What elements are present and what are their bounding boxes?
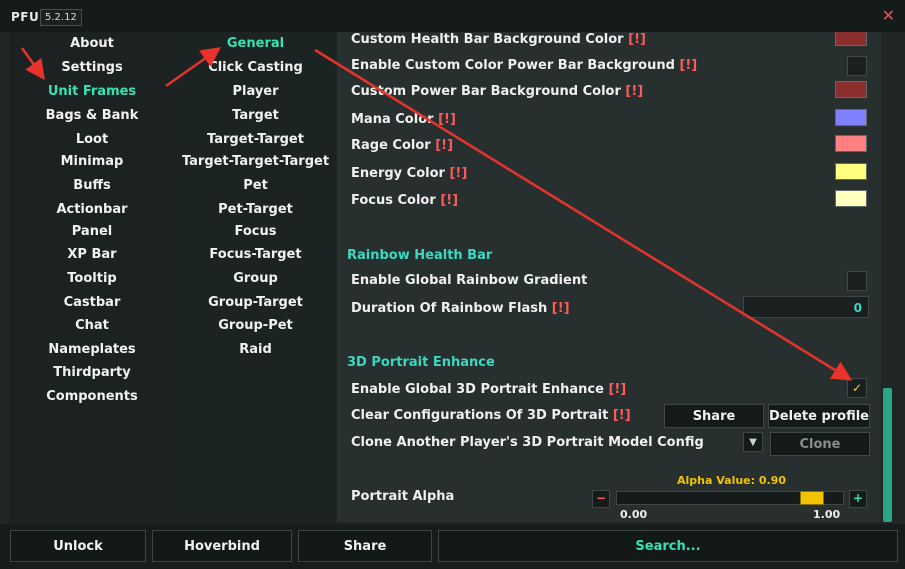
color-swatch[interactable] — [835, 190, 867, 207]
nav2-item[interactable]: Focus — [174, 222, 337, 242]
color-swatch[interactable] — [835, 32, 867, 46]
warning-marker: [!] — [608, 382, 627, 397]
setting-label: Energy Color — [351, 166, 445, 181]
portrait-enable-checkbox[interactable]: ✓ — [847, 378, 867, 398]
alpha-max-label: 1.00 — [813, 508, 841, 521]
settings-panel: Custom Health Bar Background Color [!] En… — [337, 32, 881, 522]
alpha-value-title: Alpha Value: 0.90 — [677, 474, 787, 487]
nav2-item[interactable]: Click Casting — [174, 58, 337, 78]
nav2-item[interactable]: Focus-Target — [174, 245, 337, 265]
nav2-item[interactable]: Group-Target — [174, 293, 337, 313]
nav2-item[interactable]: Target — [174, 106, 337, 126]
alpha-increase-button[interactable]: + — [849, 490, 867, 508]
portrait-enable-row: Enable Global 3D Portrait Enhance [!] — [351, 382, 626, 397]
nav1-item[interactable]: Nameplates — [10, 340, 174, 360]
color-swatch[interactable] — [835, 109, 867, 126]
nav1-item[interactable]: Thirdparty — [10, 363, 174, 383]
nav2-item[interactable]: Target-Target — [174, 130, 337, 150]
setting-label: Enable Custom Color Power Bar Background — [351, 58, 675, 73]
delete-profile-button[interactable]: Delete profile — [768, 404, 870, 428]
nav1-item[interactable]: Components — [10, 387, 174, 407]
chevron-down-icon: ▼ — [749, 437, 757, 448]
nav1-item[interactable]: Tooltip — [10, 269, 174, 289]
unlock-button[interactable]: Unlock — [10, 530, 146, 562]
nav2-item[interactable]: Pet-Target — [174, 200, 337, 220]
share-button[interactable]: Share — [298, 530, 432, 562]
clone-dropdown[interactable]: ▼ — [743, 432, 763, 452]
nav1-item[interactable]: Unit Frames — [10, 82, 174, 102]
checkmark-icon: ✓ — [851, 381, 863, 395]
color-swatch[interactable] — [835, 81, 867, 98]
clone-config-label: Clone Another Player's 3D Portrait Model… — [351, 435, 704, 450]
subcategory-nav: General Click Casting Player Target Target-T… — [174, 32, 337, 524]
search-button[interactable]: Search... — [438, 530, 898, 562]
nav1-item[interactable]: Loot — [10, 130, 174, 150]
color-setting-row: Focus Color [!] — [351, 193, 458, 208]
nav2-item[interactable]: Group-Pet — [174, 316, 337, 336]
nav1-item[interactable]: Buffs — [10, 176, 174, 196]
setting-label: Focus Color — [351, 193, 436, 208]
warning-marker: [!] — [449, 166, 468, 181]
warning-marker: [!] — [679, 58, 698, 73]
nav2-item[interactable]: Pet — [174, 176, 337, 196]
color-setting-row: Custom Power Bar Background Color [!] — [351, 84, 643, 99]
color-setting-row: Mana Color [!] — [351, 112, 456, 127]
nav1-item[interactable]: Actionbar — [10, 200, 174, 220]
setting-label: Custom Power Bar Background Color — [351, 84, 621, 99]
pfui-config-window: PFUI 5.2.12 ✕ About Settings Unit Frames Ba… — [0, 0, 905, 569]
setting-label: Rage Color — [351, 138, 431, 153]
warning-marker: [!] — [628, 32, 646, 47]
alpha-slider-thumb[interactable] — [799, 491, 824, 505]
warning-marker: [!] — [435, 138, 454, 153]
color-setting-row: Rage Color [!] — [351, 138, 453, 153]
color-swatch[interactable] — [835, 135, 867, 152]
nav2-item[interactable]: Raid — [174, 340, 337, 360]
nav1-item[interactable]: Panel — [10, 222, 174, 242]
section-rainbow-health-bar: Rainbow Health Bar — [347, 248, 493, 263]
warning-marker: [!] — [612, 408, 631, 423]
nav2-item[interactable]: General — [174, 34, 337, 54]
nav2-item[interactable]: Player — [174, 82, 337, 102]
rainbow-flash-input[interactable]: 0 — [743, 296, 869, 318]
settings-scrollbar[interactable] — [883, 388, 892, 522]
color-swatch[interactable] — [835, 163, 867, 180]
setting-label: Mana Color — [351, 112, 434, 127]
version-badge: 5.2.12 — [40, 9, 82, 26]
setting-label: Custom Health Bar Background Color — [351, 32, 624, 47]
category-nav: About Settings Unit Frames Bags & Bank Loot M… — [10, 32, 174, 524]
rainbow-flash-label: Duration Of Rainbow Flash — [351, 301, 548, 316]
warning-marker: [!] — [438, 112, 456, 127]
portrait-enable-label: Enable Global 3D Portrait Enhance — [351, 382, 604, 397]
nav1-item[interactable]: Chat — [10, 316, 174, 336]
close-icon[interactable]: ✕ — [882, 6, 895, 25]
hoverbind-button[interactable]: Hoverbind — [152, 530, 292, 562]
nav1-item[interactable]: About — [10, 34, 174, 54]
nav1-item[interactable]: Settings — [10, 58, 174, 78]
nav2-item[interactable]: Group — [174, 269, 337, 289]
color-setting-row: Custom Health Bar Background Color [!] — [351, 32, 646, 47]
clone-button[interactable]: Clone — [770, 432, 870, 456]
warning-marker: [!] — [551, 301, 570, 316]
nav1-item[interactable]: Bags & Bank — [10, 106, 174, 126]
nav2-item[interactable]: Target-Target-Target — [174, 152, 337, 172]
nav1-item[interactable]: Minimap — [10, 152, 174, 172]
clear-config-label: Clear Configurations Of 3D Portrait — [351, 408, 609, 423]
alpha-decrease-button[interactable]: − — [592, 490, 610, 508]
portrait-alpha-label: Portrait Alpha — [351, 489, 455, 504]
title-bar: PFUI 5.2.12 ✕ — [0, 0, 905, 32]
nav1-item[interactable]: XP Bar — [10, 245, 174, 265]
section-3d-portrait-enhance: 3D Portrait Enhance — [347, 355, 495, 370]
share-profile-button[interactable]: Share — [664, 404, 764, 428]
rainbow-gradient-checkbox[interactable] — [847, 271, 867, 291]
rainbow-flash-row: Duration Of Rainbow Flash [!] — [351, 301, 570, 316]
color-setting-row: Enable Custom Color Power Bar Background… — [351, 58, 697, 73]
alpha-min-label: 0.00 — [620, 508, 648, 521]
setting-checkbox[interactable] — [847, 56, 867, 76]
rainbow-gradient-label: Enable Global Rainbow Gradient — [351, 273, 588, 288]
nav1-item[interactable]: Castbar — [10, 293, 174, 313]
clear-config-row: Clear Configurations Of 3D Portrait [!] — [351, 408, 631, 423]
warning-marker: [!] — [440, 193, 459, 208]
warning-marker: [!] — [625, 84, 644, 99]
color-setting-row: Energy Color [!] — [351, 166, 467, 181]
